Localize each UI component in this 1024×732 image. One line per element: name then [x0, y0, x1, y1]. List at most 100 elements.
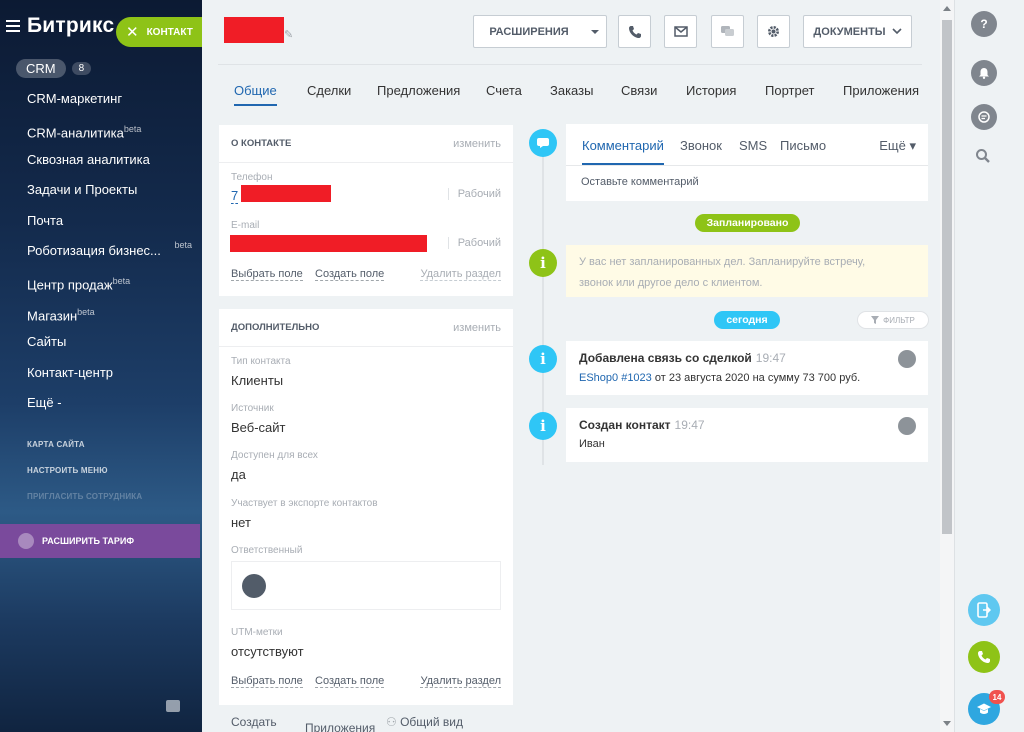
create-field-link[interactable]: Создать поле: [315, 268, 385, 281]
select-field-link[interactable]: Выбрать поле: [231, 675, 303, 688]
sidebar-item-tasks[interactable]: Задачи и Проекты: [27, 175, 202, 205]
tab-portrait[interactable]: Портрет: [765, 83, 814, 98]
help-glyph: ?: [980, 17, 988, 31]
event-title: Добавлена связь со сделкой 19:47: [579, 351, 786, 365]
tab-orders[interactable]: Заказы: [550, 83, 593, 98]
upgrade-plan-label: РАСШИРИТЬ ТАРИФ: [42, 536, 135, 546]
sidebar-item-label: Ещё -: [27, 394, 62, 410]
event-text: от 23 августа 2020 на сумму 73 700 руб.: [651, 372, 861, 384]
event-body: EShop0 #1023 от 23 августа 2020 на сумму…: [579, 372, 860, 384]
comment-tabs: Комментарий Звонок SMS Письмо Ещё ▾: [566, 124, 928, 166]
call-button[interactable]: [618, 15, 651, 48]
printer-icon[interactable]: [166, 700, 180, 712]
scroll-up-arrow[interactable]: [943, 6, 951, 11]
search-icon[interactable]: [975, 148, 991, 167]
common-view-link[interactable]: ⚇ Общий вид: [386, 715, 463, 729]
edit-section-link[interactable]: изменить: [453, 138, 501, 150]
bell-icon[interactable]: [971, 60, 997, 86]
scroll-thumb[interactable]: [942, 20, 952, 534]
entity-tabs: Общие Сделки Предложения Счета Заказы Св…: [218, 64, 922, 108]
tab-history[interactable]: История: [686, 83, 736, 98]
open-lines-icon[interactable]: [968, 594, 1000, 626]
beta-tag: beta: [112, 276, 131, 287]
apps-link[interactable]: Приложения: [305, 721, 375, 732]
tab-call[interactable]: Звонок: [680, 138, 722, 153]
panel-title: О КОНТАКТЕ: [231, 138, 292, 149]
sidebar-item-label: Сквозная аналитика: [27, 151, 150, 167]
responsible-box[interactable]: [231, 561, 501, 610]
delete-section-link[interactable]: Удалить раздел: [420, 268, 501, 281]
select-field-link[interactable]: Выбрать поле: [231, 268, 303, 281]
people-icon: ⚇: [386, 715, 401, 729]
create-button[interactable]: Создать: [231, 715, 277, 729]
phone-icon[interactable]: [968, 641, 1000, 673]
sidebar-item-crm-analytics[interactable]: CRM-аналитикаbeta: [27, 114, 202, 144]
crm-section[interactable]: CRM 8: [16, 59, 92, 78]
menu-icon[interactable]: [6, 20, 20, 32]
documents-button[interactable]: ДОКУМЕНТЫ: [803, 15, 912, 48]
delete-section-link[interactable]: Удалить раздел: [420, 675, 501, 688]
configure-menu-link[interactable]: НАСТРОИТЬ МЕНЮ: [27, 462, 142, 488]
avatar[interactable]: [898, 350, 916, 368]
panel-header: ДОПОЛНИТЕЛЬНО изменить: [219, 309, 513, 347]
extensions-button[interactable]: РАСШИРЕНИЯ: [473, 15, 607, 48]
sidebar-item-contact-center[interactable]: Контакт-центр: [27, 358, 202, 388]
tab-sms[interactable]: SMS: [739, 138, 767, 153]
create-field-link[interactable]: Создать поле: [315, 675, 385, 688]
sidebar-item-automation[interactable]: Роботизация бизнес... beta: [27, 236, 202, 266]
additional-panel: ДОПОЛНИТЕЛЬНО изменить Тип контакта Клие…: [219, 309, 513, 705]
edit-name-icon[interactable]: ✎: [284, 28, 293, 41]
crown-icon: [18, 533, 34, 549]
info-icon: i: [529, 249, 557, 277]
avatar[interactable]: [242, 574, 266, 598]
chevron-down-icon[interactable]: [590, 29, 599, 34]
comment-input[interactable]: Оставьте комментарий: [581, 176, 699, 188]
phone-value[interactable]: 7: [231, 188, 239, 204]
phone-icon: [628, 25, 641, 38]
invite-employee-link[interactable]: ПРИГЛАСИТЬ СОТРУДНИКА: [27, 488, 142, 514]
tab-apps[interactable]: Приложения: [843, 83, 919, 98]
responsible-label: Ответственный: [231, 545, 303, 556]
tab-more[interactable]: Ещё ▾: [879, 138, 916, 154]
main-content: ✎ РАСШИРЕНИЯ ДОКУМЕНТЫ Общие Сделки Пред…: [202, 0, 940, 732]
help-icon[interactable]: ?: [971, 11, 997, 37]
sidebar-small-links: КАРТА САЙТА НАСТРОИТЬ МЕНЮ ПРИГЛАСИТЬ СО…: [27, 436, 142, 514]
edit-section-link[interactable]: изменить: [453, 322, 501, 334]
upgrade-plan-button[interactable]: РАСШИРИТЬ ТАРИФ: [0, 524, 200, 558]
sidebar-item-shop[interactable]: Магазинbeta: [27, 297, 202, 327]
scroll-down-arrow[interactable]: [943, 721, 951, 726]
scrollbar[interactable]: [940, 0, 954, 732]
info-icon: i: [529, 412, 557, 440]
tab-deals[interactable]: Сделки: [307, 83, 351, 98]
sidebar-menu: CRM-маркетинг CRM-аналитикаbeta Сквозная…: [27, 84, 202, 418]
beta-tag: beta: [174, 239, 192, 250]
logo[interactable]: Битрикс: [27, 14, 114, 38]
tab-quotes[interactable]: Предложения: [377, 83, 460, 98]
event-time: 19:47: [674, 418, 705, 432]
chat-button[interactable]: [711, 15, 744, 48]
beta-tag: beta: [123, 124, 142, 135]
sidebar-item-end-to-end-analytics[interactable]: Сквозная аналитика: [27, 145, 202, 175]
email-button[interactable]: [664, 15, 697, 48]
sidebar-item-label: Роботизация бизнес...: [27, 242, 161, 258]
envelope-icon: [673, 26, 688, 37]
sitemap-link[interactable]: КАРТА САЙТА: [27, 436, 142, 462]
sidebar-item-crm-marketing[interactable]: CRM-маркетинг: [27, 84, 202, 114]
close-contact-button[interactable]: ✕ КОНТАКТ: [116, 17, 206, 47]
tab-comment[interactable]: Комментарий: [582, 138, 664, 165]
sidebar-item-sales-center[interactable]: Центр продажbeta: [27, 266, 202, 296]
sidebar-item-sites[interactable]: Сайты: [27, 327, 202, 357]
tab-invoices[interactable]: Счета: [486, 83, 522, 98]
crm-label[interactable]: CRM: [16, 59, 66, 78]
tab-general[interactable]: Общие: [234, 83, 277, 106]
tab-letter[interactable]: Письмо: [780, 138, 826, 153]
filter-button[interactable]: ФИЛЬТР: [857, 311, 929, 329]
sidebar-item-more[interactable]: Ещё -: [27, 388, 202, 418]
avatar[interactable]: [898, 417, 916, 435]
deal-link[interactable]: EShop0 #1023: [579, 372, 652, 384]
chat-list-icon[interactable]: [971, 104, 997, 130]
tab-links[interactable]: Связи: [621, 83, 657, 98]
email-label: E-mail: [231, 220, 260, 231]
settings-button[interactable]: [757, 15, 790, 48]
export-label: Участвует в экспорте контактов: [231, 498, 378, 509]
